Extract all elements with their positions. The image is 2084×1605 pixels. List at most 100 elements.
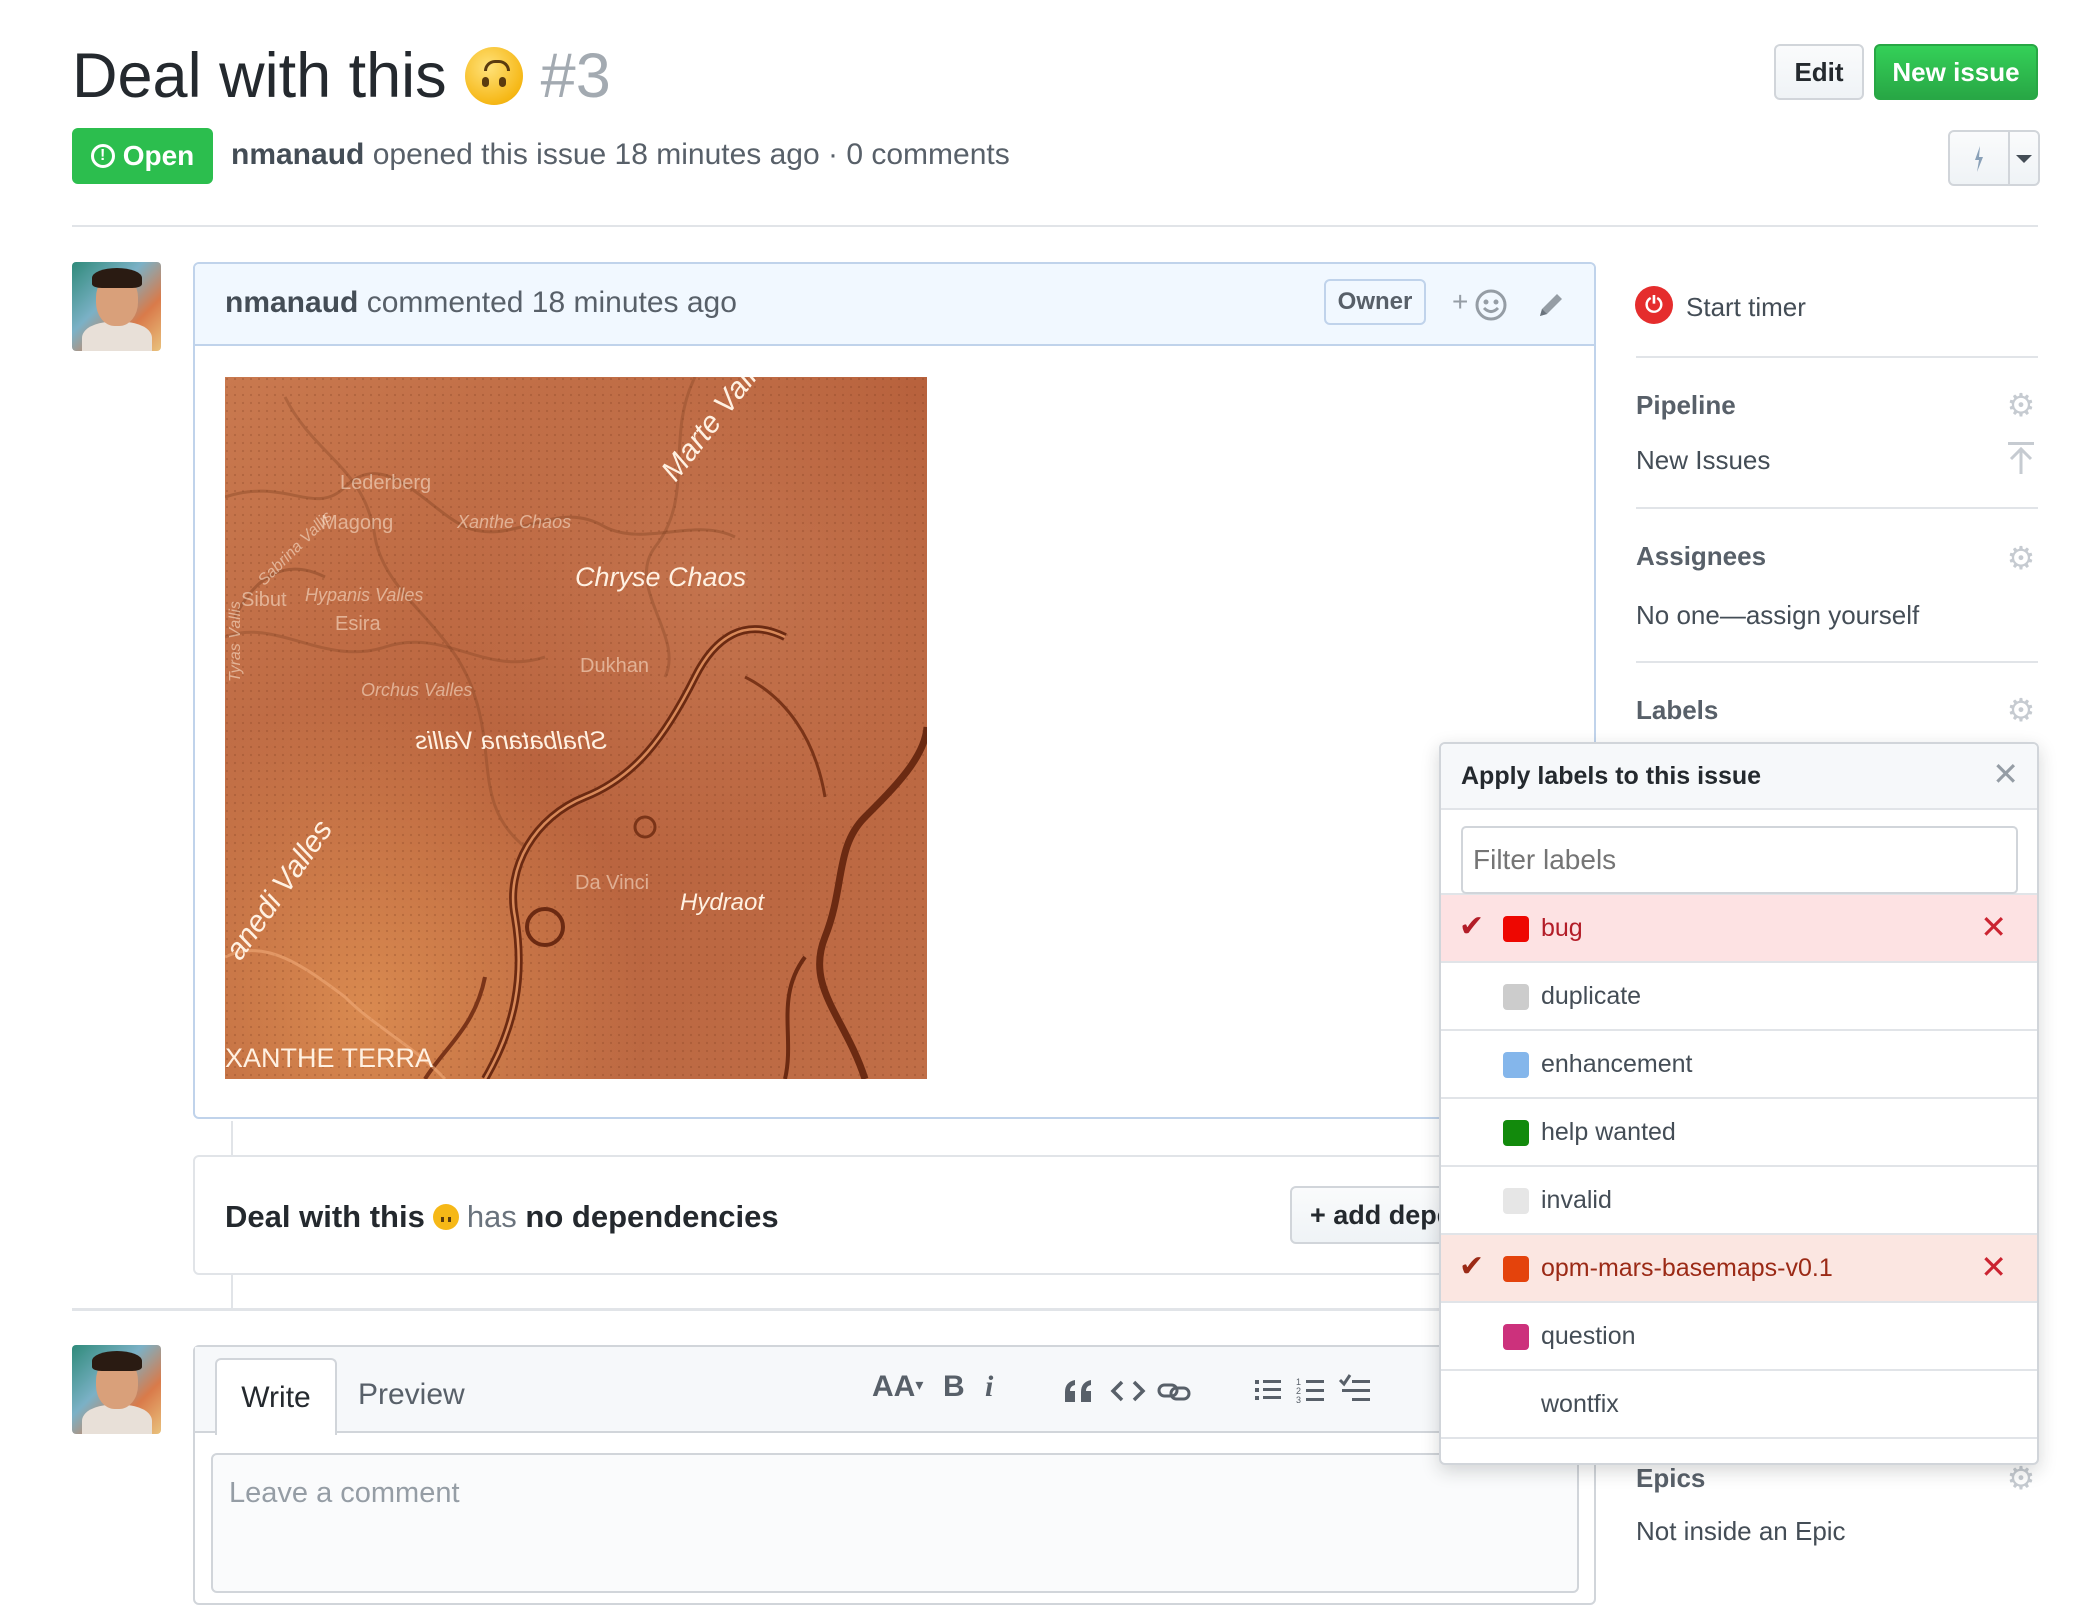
timeline-line: [231, 1275, 233, 1309]
mars-map-image: Marte Vallis Chryse Chaos Shalbatana Val…: [225, 377, 927, 1079]
map-label-sibut: Sibut: [241, 589, 287, 611]
label-name: duplicate: [1541, 982, 1642, 1010]
ordered-list-icon[interactable]: 1 2 3: [1296, 1374, 1326, 1406]
label-color-swatch: [1503, 1120, 1529, 1146]
new-issue-button[interactable]: New issue: [1874, 44, 2038, 100]
map-label-chryse: Chryse Chaos: [575, 562, 747, 592]
label-color-swatch: [1503, 1324, 1529, 1350]
close-icon[interactable]: ✕: [1992, 758, 2019, 790]
label-name: bug: [1541, 914, 1583, 942]
check-icon: ✔: [1459, 1250, 1485, 1283]
svg-text:3: 3: [1296, 1395, 1301, 1405]
status-label: Open: [122, 140, 195, 171]
italic-button[interactable]: i: [985, 1370, 993, 1404]
avatar[interactable]: [72, 262, 161, 351]
comment-textarea[interactable]: Leave a comment: [211, 1453, 1579, 1593]
map-label-dukhan: Dukhan: [580, 655, 649, 677]
issue-author-link[interactable]: nmanaud: [231, 138, 364, 171]
tab-preview[interactable]: Preview: [358, 1378, 465, 1412]
issue-meta-text: opened this issue 18 minutes ago · 0 com…: [372, 138, 1010, 171]
issue-meta: nmanaud opened this issue 18 minutes ago…: [231, 138, 1010, 172]
remove-label-icon[interactable]: ✕: [1980, 1249, 2007, 1285]
assignees-gear-icon[interactable]: ⚙: [2006, 542, 2036, 574]
label-option[interactable]: invalid: [1441, 1167, 2037, 1235]
labels-heading: Labels: [1636, 695, 1719, 725]
label-option[interactable]: ✔ bug ✕: [1441, 895, 2037, 963]
owner-badge: Owner: [1324, 279, 1426, 325]
epics-value: Not inside an Epic: [1636, 1516, 1846, 1546]
label-option[interactable]: question: [1441, 1303, 2037, 1371]
map-label-lederberg: Lederberg: [340, 472, 432, 494]
text-size-label: AA: [872, 1370, 916, 1403]
timeline-line: [231, 1121, 233, 1155]
map-label-xanthe-terra: XANTHE TERRA: [225, 1043, 434, 1073]
pipeline-value[interactable]: New Issues: [1636, 445, 1770, 476]
edit-button[interactable]: Edit: [1774, 44, 1864, 100]
assign-yourself-link[interactable]: No one—assign yourself: [1636, 600, 1919, 631]
check-icon: ✔: [1459, 910, 1485, 943]
bold-button[interactable]: B: [943, 1370, 965, 1404]
epics-gear-icon[interactable]: ⚙: [2006, 1462, 2036, 1494]
upside-down-face-small-icon: [432, 1204, 459, 1230]
pipeline-gear-icon[interactable]: ⚙: [2006, 389, 2036, 421]
timeline-divider: [72, 1308, 1612, 1311]
task-list-icon[interactable]: [1338, 1372, 1372, 1406]
dependencies-mid: has: [466, 1199, 517, 1234]
add-reaction-button[interactable]: +: [1452, 286, 1512, 322]
start-timer-button[interactable]: Start timer: [1686, 292, 1806, 323]
move-to-top-icon[interactable]: [2004, 440, 2038, 476]
labels-dropdown-title: Apply labels to this issue: [1461, 762, 1762, 790]
issue-number: #3: [540, 41, 611, 111]
issue-opened-icon: !: [90, 144, 115, 168]
label-color-swatch: [1503, 1188, 1529, 1214]
quote-icon[interactable]: [1062, 1376, 1096, 1406]
pin-menu-button[interactable]: [1948, 130, 2040, 186]
sidebar-divider: [1636, 507, 2038, 509]
dependencies-status: no dependencies: [525, 1199, 779, 1234]
pencil-icon[interactable]: [1534, 288, 1568, 322]
reaction-plus: +: [1452, 286, 1469, 317]
assignees-heading: Assignees: [1636, 541, 1767, 571]
label-name: invalid: [1541, 1186, 1612, 1214]
label-color-swatch: [1503, 1256, 1529, 1282]
link-icon[interactable]: [1156, 1376, 1192, 1406]
smiley-icon: [1475, 289, 1507, 321]
dependencies-text: Deal with this has no dependencies: [225, 1199, 779, 1235]
caret-down-icon: [2016, 155, 2032, 163]
map-label-esira: Esira: [335, 613, 381, 635]
issue-title: Deal with this #3: [72, 36, 611, 116]
label-name: enhancement: [1541, 1050, 1693, 1078]
power-icon[interactable]: ⏻: [1635, 286, 1673, 324]
header-divider: [72, 225, 2038, 227]
comment-author-link[interactable]: nmanaud: [225, 286, 358, 319]
comment-time[interactable]: commented 18 minutes ago: [367, 286, 737, 319]
label-option[interactable]: duplicate: [1441, 963, 2037, 1031]
label-option[interactable]: wontfix: [1441, 1371, 2037, 1439]
filter-labels-input[interactable]: [1461, 826, 2018, 894]
pipeline-heading: Pipeline: [1636, 390, 1736, 420]
tab-write[interactable]: Write: [215, 1358, 337, 1435]
label-option[interactable]: enhancement: [1441, 1031, 2037, 1099]
label-option[interactable]: ✔ opm-mars-basemaps-v0.1 ✕: [1441, 1235, 2037, 1303]
remove-label-icon[interactable]: ✕: [1980, 909, 2007, 945]
unordered-list-icon[interactable]: [1253, 1374, 1283, 1406]
text-size-button[interactable]: AA▾: [872, 1370, 923, 1404]
map-label-da-vinci: Da Vinci: [575, 872, 650, 894]
epics-heading: Epics: [1636, 1463, 1706, 1493]
label-color-swatch: [1503, 1392, 1529, 1418]
label-name: help wanted: [1541, 1118, 1676, 1146]
comment-author: nmanaud commented 18 minutes ago: [225, 286, 737, 320]
label-color-swatch: [1503, 1052, 1529, 1078]
map-label-orchus: Orchus Valles: [361, 680, 473, 700]
labels-dropdown: Apply labels to this issue ✕ ✔ bug ✕ duplic…: [1439, 742, 2039, 1465]
current-user-avatar[interactable]: [72, 1345, 161, 1434]
labels-gear-icon[interactable]: ⚙: [2006, 694, 2036, 726]
code-icon[interactable]: [1110, 1376, 1146, 1406]
comment-placeholder: Leave a comment: [229, 1477, 460, 1509]
label-option[interactable]: help wanted: [1441, 1099, 2037, 1167]
label-name: question: [1541, 1322, 1636, 1350]
label-name: wontfix: [1541, 1390, 1619, 1418]
issue-title-text: Deal with this: [72, 41, 447, 111]
sidebar-divider: [1636, 356, 2038, 358]
label-color-swatch: [1503, 916, 1529, 942]
